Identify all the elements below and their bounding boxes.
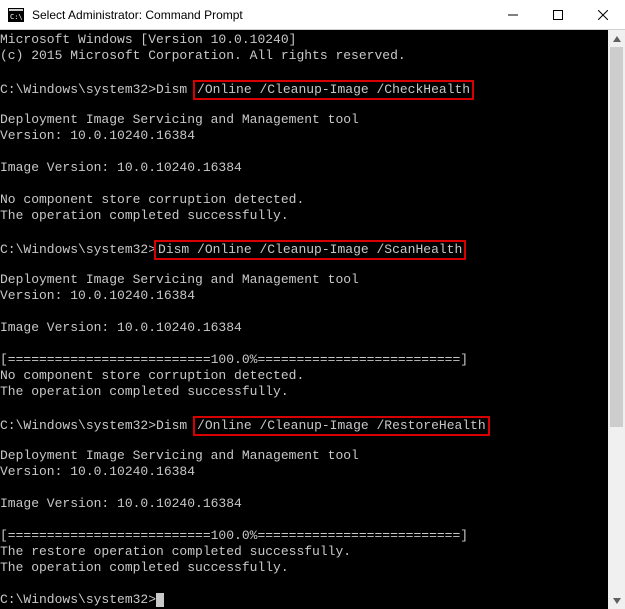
terminal-line: Microsoft Windows [Version 10.0.10240] bbox=[0, 32, 608, 48]
maximize-button[interactable] bbox=[535, 0, 580, 30]
terminal-line: Deployment Image Servicing and Managemen… bbox=[0, 448, 608, 464]
window-titlebar: C:\ Select Administrator: Command Prompt bbox=[0, 0, 625, 30]
terminal-blank-line bbox=[0, 480, 608, 496]
terminal-line: Deployment Image Servicing and Managemen… bbox=[0, 112, 608, 128]
terminal-blank-line bbox=[0, 336, 608, 352]
prompt-line: C:\Windows\system32> bbox=[0, 592, 608, 608]
minimize-button[interactable] bbox=[490, 0, 535, 30]
terminal-blank-line bbox=[0, 144, 608, 160]
terminal-output[interactable]: Microsoft Windows [Version 10.0.10240](c… bbox=[0, 30, 608, 609]
close-button[interactable] bbox=[580, 0, 625, 30]
terminal-line: The operation completed successfully. bbox=[0, 208, 608, 224]
terminal-blank-line bbox=[0, 176, 608, 192]
svg-text:C:\: C:\ bbox=[10, 13, 23, 21]
terminal-blank-line bbox=[0, 304, 608, 320]
vertical-scrollbar[interactable] bbox=[608, 30, 625, 609]
terminal-line: The operation completed successfully. bbox=[0, 560, 608, 576]
terminal-line: No component store corruption detected. bbox=[0, 368, 608, 384]
terminal-line: Deployment Image Servicing and Managemen… bbox=[0, 272, 608, 288]
highlighted-command: /Online /Cleanup-Image /RestoreHealth bbox=[193, 416, 490, 436]
terminal-line: Version: 10.0.10240.16384 bbox=[0, 464, 608, 480]
terminal-line: The operation completed successfully. bbox=[0, 384, 608, 400]
window-controls bbox=[490, 0, 625, 30]
scroll-up-button[interactable] bbox=[608, 30, 625, 47]
terminal-line: [==========================100.0%=======… bbox=[0, 528, 608, 544]
cmd-icon: C:\ bbox=[6, 6, 26, 24]
terminal-line: Image Version: 10.0.10240.16384 bbox=[0, 160, 608, 176]
terminal-blank-line bbox=[0, 224, 608, 240]
terminal-line: No component store corruption detected. bbox=[0, 192, 608, 208]
terminal-line: Version: 10.0.10240.16384 bbox=[0, 288, 608, 304]
command-line: C:\Windows\system32>Dism /Online /Cleanu… bbox=[0, 416, 608, 432]
terminal-line: Image Version: 10.0.10240.16384 bbox=[0, 496, 608, 512]
terminal-blank-line bbox=[0, 64, 608, 80]
scroll-down-button[interactable] bbox=[608, 592, 625, 609]
terminal-blank-line bbox=[0, 576, 608, 592]
terminal-blank-line bbox=[0, 400, 608, 416]
highlighted-command: Dism /Online /Cleanup-Image /ScanHealth bbox=[154, 240, 466, 260]
highlighted-command: /Online /Cleanup-Image /CheckHealth bbox=[193, 80, 474, 100]
terminal-line: The restore operation completed successf… bbox=[0, 544, 608, 560]
terminal-blank-line bbox=[0, 512, 608, 528]
cursor bbox=[156, 593, 164, 607]
command-line: C:\Windows\system32>Dism /Online /Cleanu… bbox=[0, 240, 608, 256]
terminal-line: Image Version: 10.0.10240.16384 bbox=[0, 320, 608, 336]
terminal-line: (c) 2015 Microsoft Corporation. All righ… bbox=[0, 48, 608, 64]
terminal-line: [==========================100.0%=======… bbox=[0, 352, 608, 368]
terminal-container: Microsoft Windows [Version 10.0.10240](c… bbox=[0, 30, 625, 609]
scroll-thumb[interactable] bbox=[610, 47, 623, 427]
command-line: C:\Windows\system32>Dism /Online /Cleanu… bbox=[0, 80, 608, 96]
terminal-line: Version: 10.0.10240.16384 bbox=[0, 128, 608, 144]
